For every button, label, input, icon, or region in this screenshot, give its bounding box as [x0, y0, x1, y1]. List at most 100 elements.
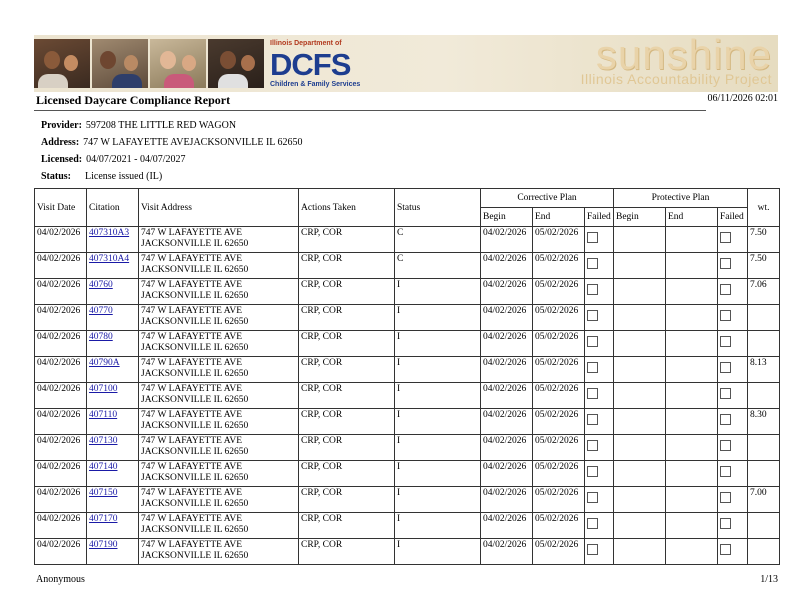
citation-cell: 40790A	[86, 356, 139, 383]
pp-failed-checkbox[interactable]	[720, 310, 731, 321]
pp-failed-checkbox[interactable]	[720, 258, 731, 269]
citation-link[interactable]: 407130	[89, 436, 118, 446]
footer-user: Anonymous	[36, 574, 85, 585]
cp-end-cell: 05/02/2026	[532, 278, 585, 305]
citation-cell: 407110	[86, 408, 139, 435]
visit-address-cell: 747 W LAFAYETTE AVE JACKSONVILLE IL 62650	[138, 330, 299, 357]
dcfs-logo: Illinois Department of DCFS Children & F…	[270, 38, 390, 90]
provider-info: Provider: 597208 THE LITTLE RED WAGON	[41, 120, 236, 131]
pp-begin-cell	[613, 460, 666, 487]
address-line: 747 W LAFAYETTE AVE	[141, 254, 243, 264]
citation-link[interactable]: 407190	[89, 540, 118, 550]
citation-cell: 407140	[86, 460, 139, 487]
pp-failed-checkbox[interactable]	[720, 362, 731, 373]
cp-begin-cell: 04/02/2026	[480, 434, 533, 461]
actions-cell: CRP, COR	[298, 252, 395, 279]
citation-link[interactable]: 407310A3	[89, 228, 129, 238]
cp-failed-checkbox[interactable]	[587, 414, 598, 425]
citation-link[interactable]: 407110	[89, 410, 117, 420]
table-row: 04/02/2026 407190 747 W LAFAYETTE AVE JAC…	[34, 538, 781, 565]
cp-failed-cell	[584, 382, 614, 409]
citation-cell: 407310A4	[86, 252, 139, 279]
cp-end-cell: 05/02/2026	[532, 408, 585, 435]
pp-failed-checkbox[interactable]	[720, 544, 731, 555]
table-row: 04/02/2026 407150 747 W LAFAYETTE AVE JAC…	[34, 486, 781, 513]
status-info: Status: License issued (IL)	[41, 171, 162, 182]
pp-failed-checkbox[interactable]	[720, 414, 731, 425]
cp-failed-checkbox[interactable]	[587, 310, 598, 321]
pp-begin-cell	[613, 382, 666, 409]
cp-failed-checkbox[interactable]	[587, 284, 598, 295]
visit-date-cell: 04/02/2026	[34, 226, 87, 253]
cp-failed-cell	[584, 356, 614, 383]
pp-failed-checkbox[interactable]	[720, 492, 731, 503]
cp-failed-checkbox[interactable]	[587, 466, 598, 477]
citation-link[interactable]: 407100	[89, 384, 118, 394]
visit-date-cell: 04/02/2026	[34, 382, 87, 409]
family-photo	[150, 39, 206, 88]
cp-failed-checkbox[interactable]	[587, 492, 598, 503]
pp-failed-checkbox[interactable]	[720, 388, 731, 399]
header-protective-plan: Protective Plan	[612, 188, 749, 208]
citation-link[interactable]: 407170	[89, 514, 118, 524]
pp-failed-checkbox[interactable]	[720, 466, 731, 477]
citation-link[interactable]: 407310A4	[89, 254, 129, 264]
pp-failed-checkbox[interactable]	[720, 284, 731, 295]
cp-begin-cell: 04/02/2026	[480, 538, 533, 565]
citation-link[interactable]: 40790A	[89, 358, 120, 368]
cp-end-cell: 05/02/2026	[532, 304, 585, 331]
citation-link[interactable]: 407140	[89, 462, 118, 472]
visit-date-cell: 04/02/2026	[34, 434, 87, 461]
cp-failed-checkbox[interactable]	[587, 388, 598, 399]
pp-end-cell	[665, 278, 718, 305]
cp-failed-checkbox[interactable]	[587, 258, 598, 269]
cp-failed-checkbox[interactable]	[587, 544, 598, 555]
status-label: Status:	[41, 171, 72, 182]
cp-failed-checkbox[interactable]	[587, 518, 598, 529]
citation-link[interactable]: 40770	[89, 306, 113, 316]
header-citation: Citation	[86, 188, 139, 227]
pp-end-cell	[665, 226, 718, 253]
family-photo	[208, 39, 264, 88]
visit-date-cell: 04/02/2026	[34, 408, 87, 435]
citation-link[interactable]: 40780	[89, 332, 113, 342]
header-status: Status	[394, 188, 481, 227]
citation-link[interactable]: 407150	[89, 488, 118, 498]
pp-begin-cell	[613, 226, 666, 253]
header-pp-failed: Failed	[716, 207, 749, 227]
status-cell: I	[394, 538, 481, 565]
pp-failed-checkbox[interactable]	[720, 518, 731, 529]
cp-end-cell: 05/02/2026	[532, 382, 585, 409]
wt-cell: 7.00	[747, 486, 781, 513]
visit-date-cell: 04/02/2026	[34, 512, 87, 539]
cp-failed-checkbox[interactable]	[587, 232, 598, 243]
table-row: 04/02/2026 40770 747 W LAFAYETTE AVE JACK…	[34, 304, 781, 331]
citation-link[interactable]: 40760	[89, 280, 113, 290]
table-row: 04/02/2026 40780 747 W LAFAYETTE AVE JACK…	[34, 330, 781, 357]
cp-failed-cell	[584, 304, 614, 331]
pp-failed-checkbox[interactable]	[720, 336, 731, 347]
actions-cell: CRP, COR	[298, 330, 395, 357]
pp-end-cell	[665, 304, 718, 331]
status-cell: I	[394, 512, 481, 539]
pp-failed-checkbox[interactable]	[720, 440, 731, 451]
header-visit-date: Visit Date	[34, 188, 87, 227]
status-cell: C	[394, 226, 481, 253]
pp-failed-checkbox[interactable]	[720, 232, 731, 243]
table-row: 04/02/2026 407310A4 747 W LAFAYETTE AVE J…	[34, 252, 781, 279]
table-row: 04/02/2026 40760 747 W LAFAYETTE AVE JACK…	[34, 278, 781, 305]
pp-end-cell	[665, 356, 718, 383]
table-row: 04/02/2026 407130 747 W LAFAYETTE AVE JAC…	[34, 434, 781, 461]
cp-failed-checkbox[interactable]	[587, 362, 598, 373]
header-actions-taken: Actions Taken	[298, 188, 395, 227]
cp-failed-checkbox[interactable]	[587, 440, 598, 451]
visit-address-cell: 747 W LAFAYETTE AVE JACKSONVILLE IL 62650	[138, 538, 299, 565]
cp-begin-cell: 04/02/2026	[480, 330, 533, 357]
citation-cell: 407130	[86, 434, 139, 461]
status-cell: I	[394, 278, 481, 305]
pp-failed-cell	[716, 460, 749, 487]
cp-failed-checkbox[interactable]	[587, 336, 598, 347]
pp-begin-cell	[613, 330, 666, 357]
pp-begin-cell	[613, 434, 666, 461]
sunshine-logo: sunshine Illinois Accountability Project	[581, 34, 772, 88]
